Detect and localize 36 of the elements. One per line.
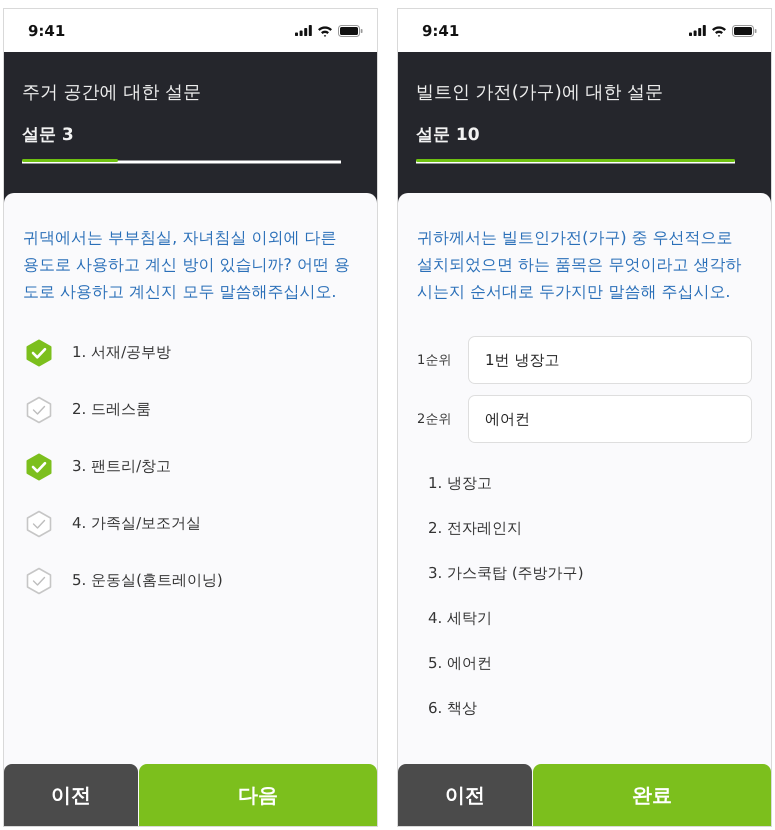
rank-input[interactable]: 에어컨: [468, 395, 752, 443]
option-item[interactable]: 5. 에어컨: [428, 641, 492, 686]
battery-icon: [732, 24, 757, 36]
checkbox-icon[interactable]: [25, 396, 53, 424]
wifi-icon: [711, 24, 727, 36]
option-item[interactable]: 3. 가스쿡탑 (주방가구): [428, 551, 584, 596]
previous-button[interactable]: 이전: [398, 764, 532, 826]
checkbox-icon[interactable]: [25, 338, 53, 366]
option-item[interactable]: 5. 운동실(홈트레이닝): [25, 552, 223, 609]
rank-input[interactable]: 1번 냉장고: [468, 336, 752, 384]
status-time: 9:41: [422, 22, 460, 40]
question-text: 귀하께서는 빌트인가전(가구) 중 우선적으로 설치되었으면 하는 품목은 무엇이라고 생각하시는지 순서대로 두가지만 말씀해 주십시오.: [416, 227, 742, 303]
option-item[interactable]: 3. 팬트리/창고: [25, 438, 172, 495]
option-item[interactable]: 4. 세탁기: [428, 596, 492, 641]
battery-icon: [338, 24, 363, 36]
checkbox-icon[interactable]: [25, 566, 53, 594]
previous-button[interactable]: 이전: [4, 764, 138, 826]
option-item[interactable]: 2. 전자레인지: [428, 506, 522, 551]
rank-label: 2순위: [417, 411, 452, 428]
question-text: 귀댁에서는 부부침실, 자녀침실 이외에 다른 용도로 사용하고 계신 방이 있습니까? 어떤 용도로 사용하고 계신지 모두 말씀해주십시오.: [22, 227, 352, 303]
option-item[interactable]: 1. 냉장고: [428, 461, 492, 506]
option-item[interactable]: 4. 가족실/보조거실: [25, 495, 202, 552]
option-item[interactable]: 6. 책상: [428, 686, 478, 731]
signal-icon: [689, 25, 706, 36]
survey-step: 설문 3: [22, 123, 341, 147]
survey-step: 설문 10: [416, 123, 735, 147]
checkbox-icon[interactable]: [25, 510, 53, 538]
option-item[interactable]: 2. 드레스룸: [25, 381, 152, 438]
option-item[interactable]: 1. 서재/공부방: [25, 324, 172, 381]
status-time: 9:41: [28, 22, 66, 40]
survey-title: 빌트인 가전(가구)에 대한 설문: [416, 81, 664, 105]
signal-icon: [295, 25, 312, 36]
wifi-icon: [317, 24, 333, 36]
checkbox-icon[interactable]: [25, 452, 53, 480]
rank-label: 1순위: [417, 352, 452, 369]
survey-title: 주거 공간에 대한 설문: [22, 81, 202, 105]
